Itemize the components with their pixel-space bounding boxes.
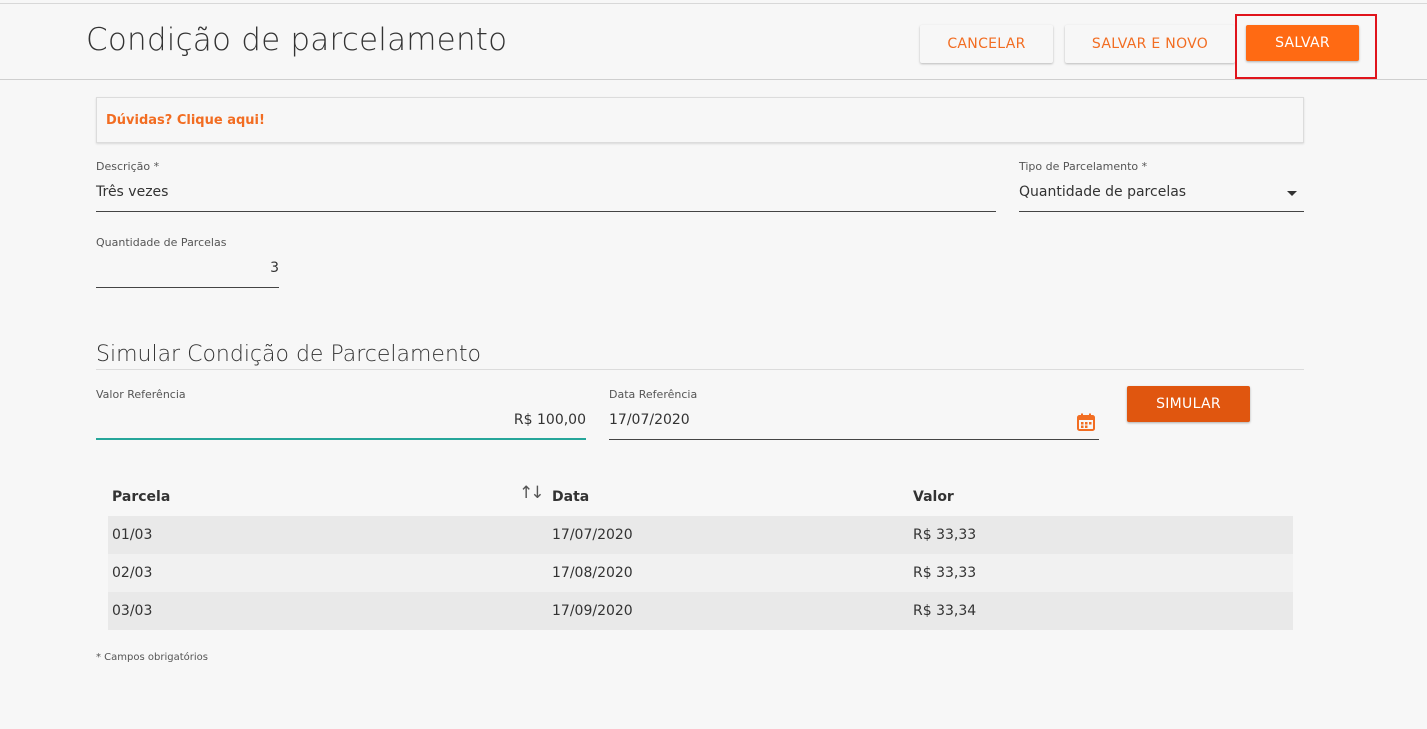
calendar-icon[interactable]	[1076, 412, 1096, 432]
column-header-parcela[interactable]: Parcela	[112, 489, 170, 505]
tipo-parcelamento-select[interactable]: Quantidade de parcelas	[1019, 184, 1186, 200]
descricao-input[interactable]: Três vezes	[96, 184, 168, 200]
cell-valor: R$ 33,33	[913, 527, 977, 543]
valor-referencia-input[interactable]: R$ 100,00	[96, 412, 586, 428]
column-header-data[interactable]: Data	[552, 489, 589, 505]
cell-data: 17/07/2020	[552, 527, 633, 543]
cell-parcela: 03/03	[112, 603, 153, 619]
table-row: 02/03 17/08/2020 R$ 33,33	[108, 554, 1293, 592]
cell-data: 17/08/2020	[552, 565, 633, 581]
help-panel: Dúvidas? Clique aqui!	[96, 97, 1304, 143]
tipo-parcelamento-underline	[1019, 211, 1304, 212]
cell-parcela: 01/03	[112, 527, 153, 543]
valor-referencia-underline	[96, 438, 586, 440]
page-title: Condição de parcelamento	[86, 22, 508, 58]
valor-referencia-label: Valor Referência	[96, 388, 186, 401]
help-link[interactable]: Dúvidas? Clique aqui!	[106, 113, 265, 128]
quantidade-parcelas-label: Quantidade de Parcelas	[96, 236, 227, 249]
required-fields-note: * Campos obrigatórios	[96, 652, 208, 663]
chevron-down-icon[interactable]	[1287, 191, 1297, 196]
section-divider	[96, 369, 1304, 370]
data-referencia-label: Data Referência	[609, 388, 698, 401]
descricao-label: Descrição *	[96, 160, 160, 173]
quantidade-parcelas-underline	[96, 287, 279, 288]
cell-valor: R$ 33,33	[913, 565, 977, 581]
descricao-underline	[96, 211, 996, 212]
cell-parcela: 02/03	[112, 565, 153, 581]
table-row: 01/03 17/07/2020 R$ 33,33	[108, 516, 1293, 554]
save-and-new-button[interactable]: SALVAR E NOVO	[1065, 25, 1235, 63]
page-header: Condição de parcelamento CANCELAR SALVAR…	[0, 4, 1427, 80]
table-row: 03/03 17/09/2020 R$ 33,34	[108, 592, 1293, 630]
data-referencia-underline	[609, 439, 1099, 440]
simulate-button[interactable]: SIMULAR	[1127, 386, 1250, 422]
sort-icon[interactable]: ↑↓	[519, 483, 544, 503]
tipo-parcelamento-label: Tipo de Parcelamento *	[1019, 160, 1148, 173]
save-button-highlight	[1235, 14, 1377, 79]
quantidade-parcelas-input[interactable]: 3	[96, 260, 279, 276]
cell-valor: R$ 33,34	[913, 603, 977, 619]
data-referencia-input[interactable]: 17/07/2020	[609, 412, 690, 428]
cell-data: 17/09/2020	[552, 603, 633, 619]
column-header-valor[interactable]: Valor	[913, 489, 954, 505]
simulation-title: Simular Condição de Parcelamento	[96, 342, 481, 367]
cancel-button[interactable]: CANCELAR	[920, 25, 1053, 63]
